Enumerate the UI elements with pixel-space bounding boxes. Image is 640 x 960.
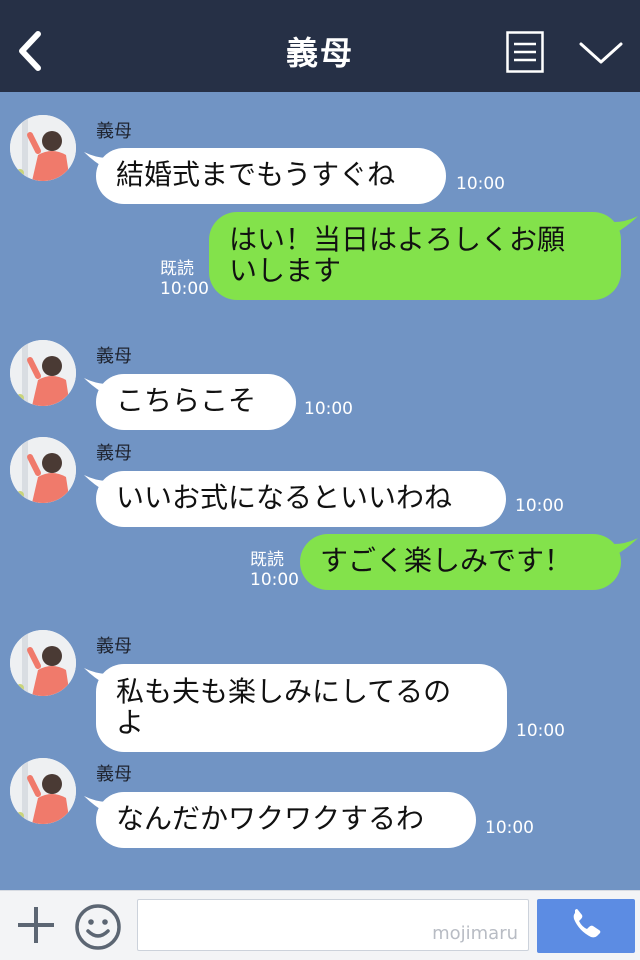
avatar[interactable] — [10, 758, 76, 824]
message-bubble-incoming[interactable]: いいお式になるといいわね — [96, 471, 506, 527]
message-text: なんだかワクワクするわ — [116, 802, 425, 835]
watermark-text: mojimaru — [432, 923, 518, 944]
chevron-down-icon — [579, 42, 623, 64]
emoji-button[interactable] — [74, 903, 122, 951]
message-input-bar: mojimaru — [0, 890, 640, 960]
message-time: 10:00 — [160, 279, 209, 299]
message-text: すごく楽しみです！ — [320, 544, 573, 577]
message-text-line: よ — [116, 706, 145, 739]
message-text-line: はい！当日はよろしくお願 — [229, 223, 566, 256]
message-text: いいお式になるといいわね — [116, 481, 453, 514]
dropdown-button[interactable] — [578, 38, 624, 68]
chat-header: 義母 — [0, 0, 640, 92]
message-text-line: いします — [229, 254, 342, 287]
sender-name: 義母 — [96, 443, 132, 464]
sender-name: 義母 — [96, 121, 132, 142]
message-bubble-incoming[interactable]: 結婚式までもうすぐね — [96, 148, 446, 204]
read-receipt: 既読 10:00 — [250, 550, 299, 590]
sender-name: 義母 — [96, 636, 132, 657]
emoji-icon — [75, 904, 121, 950]
plus-icon — [18, 907, 54, 943]
sender-name: 義母 — [96, 764, 132, 785]
sender-name: 義母 — [96, 346, 132, 367]
message-text: 結婚式までもうすぐね — [116, 158, 396, 191]
message-time: 10:00 — [250, 570, 299, 590]
message-time: 10:00 — [516, 721, 565, 741]
message-input[interactable]: mojimaru — [137, 899, 529, 951]
message-time: 10:00 — [515, 496, 564, 516]
avatar[interactable] — [10, 437, 76, 503]
avatar-person-icon — [10, 115, 76, 181]
message-bubble-outgoing[interactable]: すごく楽しみです！ — [300, 534, 621, 590]
menu-icon — [506, 31, 544, 73]
avatar-person-icon — [10, 437, 76, 503]
chat-area[interactable]: 義母 結婚式までもうすぐね 10:00 既読 10:00 はい！当日はよろしくお… — [0, 92, 640, 890]
message-bubble-incoming[interactable]: なんだかワクワクするわ — [96, 792, 476, 848]
add-attachment-button[interactable] — [16, 905, 56, 945]
message-time: 10:00 — [304, 399, 353, 419]
chat-title: 義母 — [285, 34, 354, 72]
avatar[interactable] — [10, 115, 76, 181]
call-button[interactable] — [537, 899, 635, 953]
read-label: 既読 — [250, 550, 284, 570]
avatar-person-icon — [10, 340, 76, 406]
message-time: 10:00 — [456, 174, 505, 194]
message-bubble-outgoing[interactable]: はい！当日はよろしくお願 いします — [209, 212, 621, 300]
message-text: こちらこそ — [116, 384, 257, 417]
message-bubble-incoming[interactable]: 私も夫も楽しみにしてるの よ — [96, 664, 507, 752]
message-text-line: 私も夫も楽しみにしてるの — [116, 675, 452, 708]
message-time: 10:00 — [485, 818, 534, 838]
menu-button[interactable] — [506, 31, 544, 73]
avatar-person-icon — [10, 758, 76, 824]
avatar[interactable] — [10, 340, 76, 406]
avatar-person-icon — [10, 630, 76, 696]
message-bubble-incoming[interactable]: こちらこそ — [96, 374, 296, 430]
phone-icon — [573, 909, 601, 938]
avatar[interactable] — [10, 630, 76, 696]
read-label: 既読 — [160, 259, 194, 279]
read-receipt: 既読 10:00 — [160, 259, 209, 299]
